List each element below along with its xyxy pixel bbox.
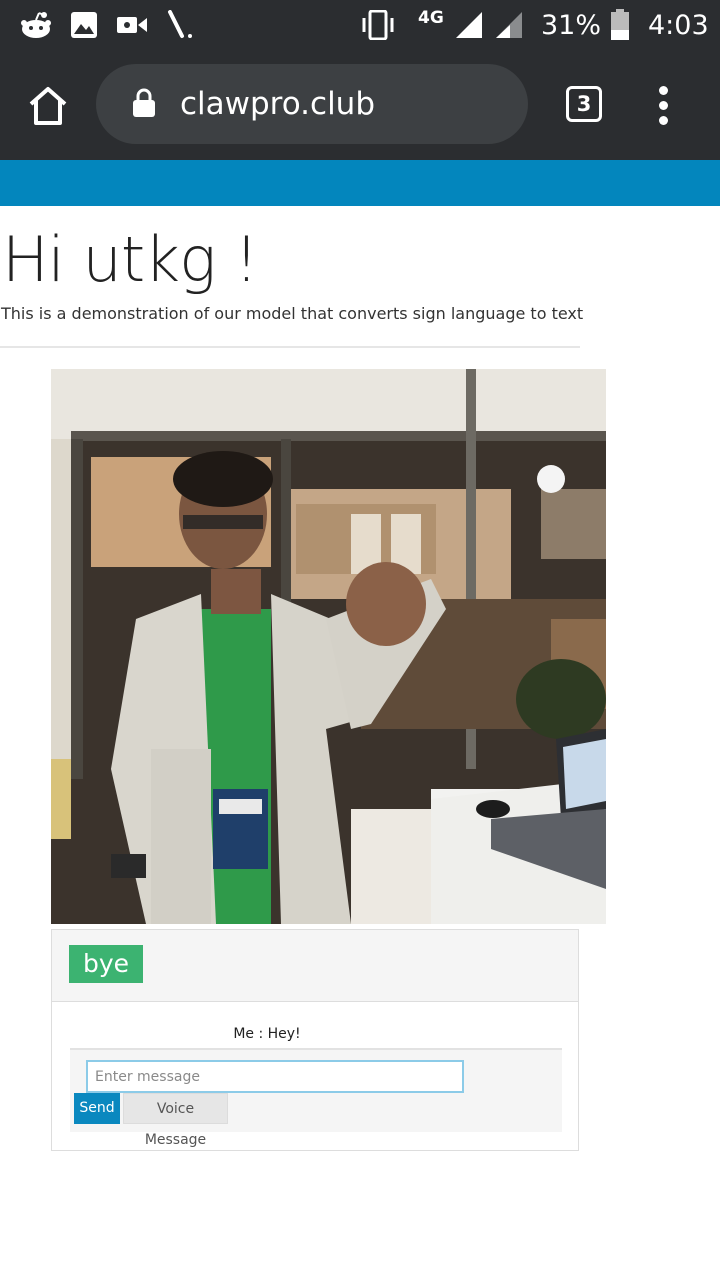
page-subtitle: This is a demonstration of our model tha… <box>1 304 584 323</box>
prediction-badge: bye <box>69 945 144 983</box>
message-input[interactable] <box>86 1060 464 1093</box>
site-header <box>0 160 720 206</box>
lock-icon <box>132 88 156 123</box>
reddit-icon <box>20 0 52 50</box>
brush-icon <box>167 0 193 50</box>
chat-form: Send Voice Message <box>70 1048 562 1148</box>
battery-icon <box>610 0 630 50</box>
chat-message: Me : Hey! <box>233 1026 301 1042</box>
battery-percent: 31% <box>541 9 602 41</box>
home-icon[interactable] <box>26 84 70 128</box>
vibrate-icon <box>360 0 396 50</box>
prediction-header: bye <box>52 930 578 1002</box>
browser-toolbar: clawpro.club 3 <box>0 50 720 160</box>
send-button[interactable]: Send <box>74 1093 120 1124</box>
camera-feed <box>51 369 606 924</box>
more-menu-icon[interactable] <box>652 84 676 128</box>
chat-panel: bye Me : Hey! Send Voice Message <box>51 929 579 1151</box>
address-bar[interactable]: clawpro.club <box>96 64 528 144</box>
status-bar: 4G 31% 4:03 <box>0 0 720 50</box>
page-title: Hi utkg ! <box>2 223 259 296</box>
tab-switcher-button[interactable]: 3 <box>566 86 602 122</box>
clock: 4:03 <box>648 9 709 41</box>
url-text: clawpro.club <box>180 86 376 122</box>
signal-icon <box>456 0 522 50</box>
voice-message-button[interactable]: Voice Message <box>123 1093 228 1148</box>
divider <box>0 346 580 348</box>
video-icon <box>117 0 147 50</box>
network-type: 4G <box>418 8 444 28</box>
gallery-icon <box>70 0 98 50</box>
